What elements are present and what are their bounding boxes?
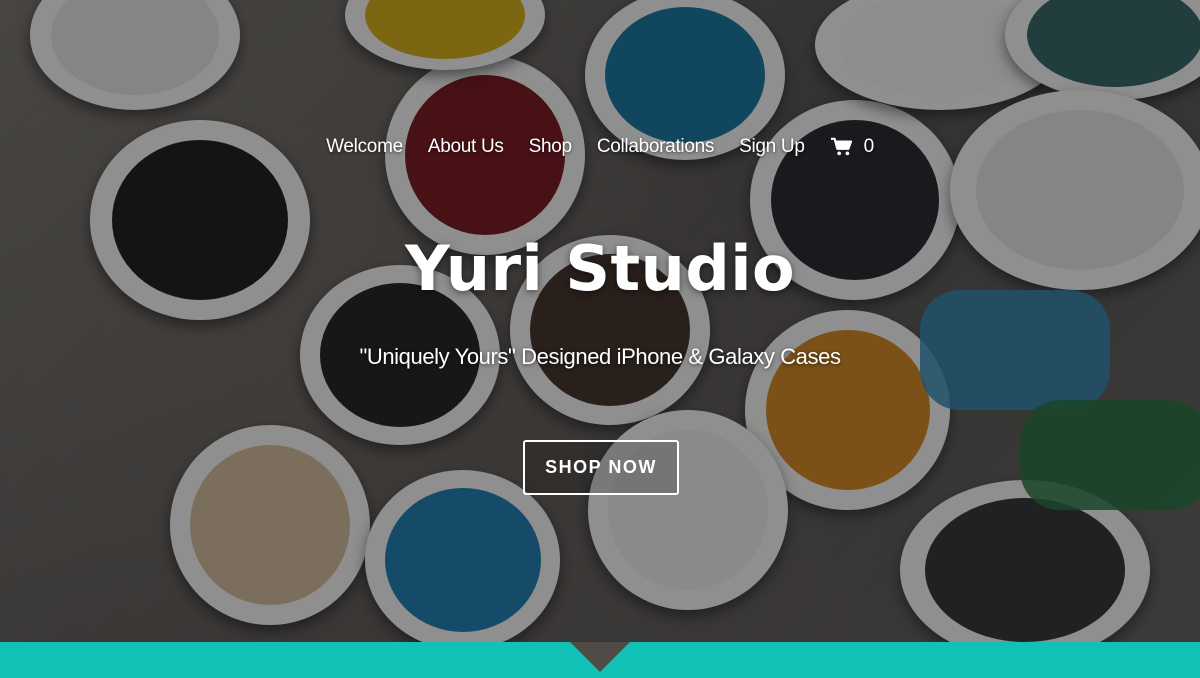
site-tagline: "Uniquely Yours" Designed iPhone & Galax…: [359, 344, 841, 369]
nav-about-us[interactable]: About Us: [428, 136, 504, 158]
nav-welcome[interactable]: Welcome: [326, 136, 403, 158]
cart-link[interactable]: 0: [830, 136, 874, 158]
nav-collaborations[interactable]: Collaborations: [597, 136, 715, 158]
shopping-cart-icon: [830, 137, 852, 156]
hero-section: [0, 0, 1200, 642]
shop-now-button[interactable]: SHOP NOW: [523, 440, 679, 495]
nav-sign-up[interactable]: Sign Up: [739, 136, 805, 158]
main-nav: Welcome About Us Shop Collaborations Sig…: [0, 136, 1200, 158]
scroll-down-notch: [570, 642, 630, 672]
cart-count: 0: [863, 136, 875, 157]
hero-overlay: [0, 0, 1200, 642]
site-title: Yuri Studio: [404, 232, 796, 305]
nav-shop[interactable]: Shop: [529, 136, 572, 158]
